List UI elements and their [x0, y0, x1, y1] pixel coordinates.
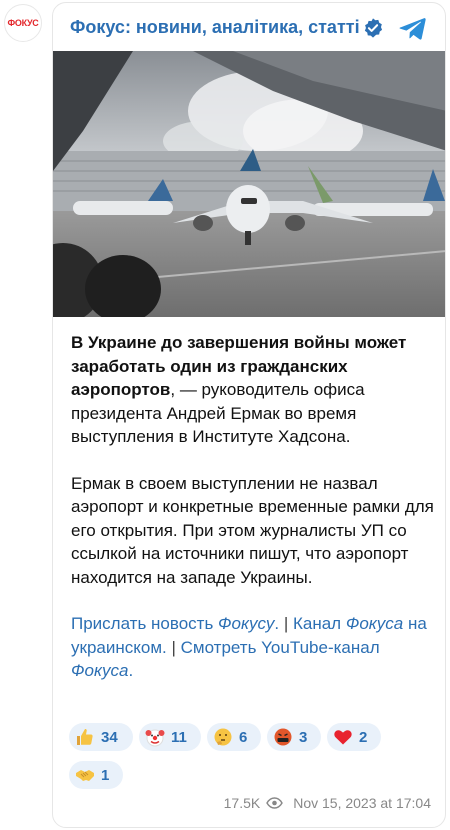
- post-photo[interactable]: [53, 51, 445, 317]
- send-news-link[interactable]: Прислать новость Фокусу.: [71, 614, 279, 633]
- post-paragraph-2: Ермак в своем выступлении не назвал аэро…: [71, 473, 434, 587]
- eye-icon: [266, 797, 284, 809]
- reaction-thumbs-up[interactable]: 34: [69, 723, 133, 751]
- post-header: Фокус: новини, аналітика, статті: [53, 3, 445, 51]
- view-count: 17.5K: [223, 795, 261, 811]
- post-text: В Украине до завершения войны может зара…: [71, 331, 441, 683]
- thinking-face-icon: [214, 728, 232, 746]
- verified-badge-icon: [364, 18, 383, 38]
- cursing-face-icon: [274, 728, 292, 746]
- clown-face-icon: [145, 729, 165, 747]
- channel-avatar[interactable]: ФОКУС: [4, 4, 42, 42]
- link-separator: |: [166, 637, 181, 657]
- post-footer: 17.5K Nov 15, 2023 at 17:04: [224, 795, 431, 811]
- reaction-count: 11: [171, 728, 187, 746]
- thumbs-up-icon: [77, 729, 93, 745]
- reaction-count: 34: [101, 728, 118, 746]
- channel-title[interactable]: Фокус: новини, аналітика, статті: [70, 17, 360, 38]
- link-separator: |: [279, 614, 293, 633]
- telegram-icon[interactable]: [399, 14, 427, 42]
- reaction-count: 1: [101, 766, 110, 784]
- airport-photo-image: [53, 51, 445, 317]
- reaction-cursing[interactable]: 3: [267, 723, 321, 751]
- post-links-paragraph: Прислать новость Фокусу. | Канал Фокуса …: [71, 612, 441, 683]
- reaction-count: 3: [299, 728, 308, 746]
- post-lead-paragraph: В Украине до завершения войны может зара…: [71, 331, 441, 449]
- post-card: Фокус: новини, аналітика, статті В Украи…: [52, 2, 446, 828]
- reaction-heart[interactable]: 2: [327, 723, 381, 751]
- reaction-clown[interactable]: 11: [139, 723, 201, 751]
- reaction-count: 2: [359, 728, 368, 746]
- avatar-logo-text: ФОКУС: [7, 18, 39, 28]
- handshake-icon: [76, 770, 94, 781]
- reaction-handshake[interactable]: 1: [69, 761, 123, 789]
- red-heart-icon: [334, 730, 352, 745]
- post-timestamp: Nov 15, 2023 at 17:04: [293, 795, 431, 811]
- reaction-thinking[interactable]: 6: [207, 723, 261, 751]
- reaction-count: 6: [239, 728, 248, 746]
